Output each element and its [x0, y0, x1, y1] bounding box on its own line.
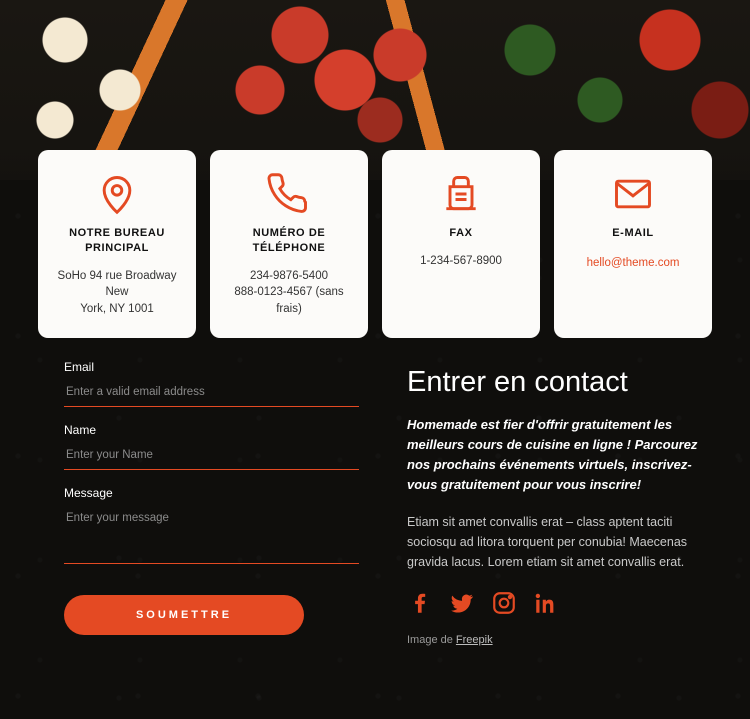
contact-cards-row: NOTRE BUREAU PRINCIPAL SoHo 94 rue Broad…	[38, 150, 712, 338]
section-heading: Entrer en contact	[407, 366, 702, 399]
credit-link[interactable]: Freepik	[456, 634, 493, 646]
lower-section: Email Name Message SOUMETTRE Entrer en c…	[64, 360, 702, 646]
body-text: Etiam sit amet convallis erat – class ap…	[407, 512, 702, 572]
email-link[interactable]: hello@theme.com	[587, 257, 680, 269]
message-label: Message	[64, 486, 359, 500]
card-title: E-MAIL	[564, 226, 702, 241]
card-phone: NUMÉRO DE TÉLÉPHONE 234-9876-5400888-012…	[210, 150, 368, 338]
intro-text: Homemade est fier d'offrir gratuitement …	[407, 415, 702, 496]
fax-icon	[439, 172, 483, 216]
submit-button[interactable]: SOUMETTRE	[64, 595, 304, 635]
email-input[interactable]	[64, 380, 359, 407]
map-pin-icon	[95, 172, 139, 216]
card-title: FAX	[392, 226, 530, 241]
contact-form: Email Name Message SOUMETTRE	[64, 360, 359, 646]
twitter-icon[interactable]	[449, 590, 475, 616]
card-fax: FAX 1-234-567-8900	[382, 150, 540, 338]
image-credit: Image de Freepik	[407, 634, 702, 646]
message-textarea[interactable]	[64, 506, 359, 564]
mail-icon	[611, 172, 655, 216]
card-office: NOTRE BUREAU PRINCIPAL SoHo 94 rue Broad…	[38, 150, 196, 338]
card-text: 1-234-567-8900	[392, 253, 530, 270]
card-title: NOTRE BUREAU PRINCIPAL	[48, 226, 186, 256]
linkedin-icon[interactable]	[533, 590, 559, 616]
card-text: 234-9876-5400888-0123-4567 (sans frais)	[220, 268, 358, 318]
contact-text-column: Entrer en contact Homemade est fier d'of…	[407, 360, 702, 646]
card-text: SoHo 94 rue Broadway NewYork, NY 1001	[48, 268, 186, 318]
phone-icon	[267, 172, 311, 216]
social-icons-row	[407, 590, 702, 616]
card-email: E-MAIL hello@theme.com	[554, 150, 712, 338]
card-title: NUMÉRO DE TÉLÉPHONE	[220, 226, 358, 256]
name-input[interactable]	[64, 443, 359, 470]
name-label: Name	[64, 423, 359, 437]
instagram-icon[interactable]	[491, 590, 517, 616]
facebook-icon[interactable]	[407, 590, 433, 616]
email-label: Email	[64, 360, 359, 374]
